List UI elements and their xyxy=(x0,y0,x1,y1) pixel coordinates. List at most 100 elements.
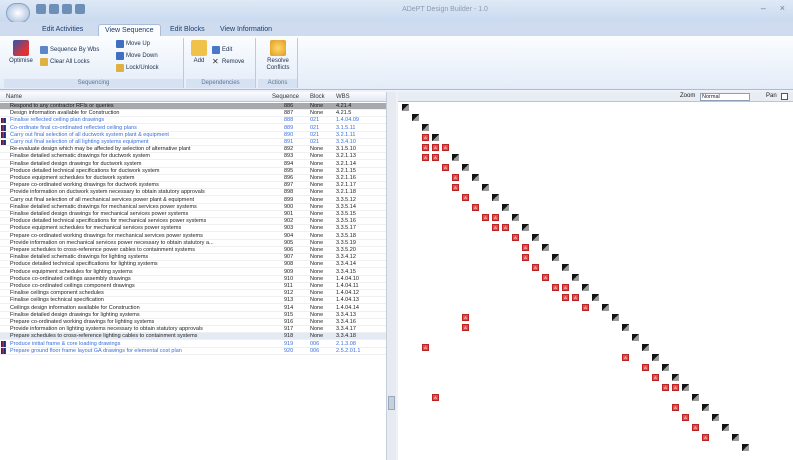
table-row[interactable]: Prepare ground floor frame layout GA dra… xyxy=(0,348,386,355)
add-dependency-button[interactable]: Add xyxy=(188,40,210,65)
table-row[interactable]: Provide information on lighting systems … xyxy=(0,326,386,334)
table-row[interactable]: Produce co-ordinated ceilings assembly d… xyxy=(0,276,386,283)
remove-dependency-button[interactable]: ✕ Remove xyxy=(212,58,244,66)
dependency-cell[interactable] xyxy=(552,284,559,291)
dependency-cell[interactable] xyxy=(582,304,589,311)
dependency-cell[interactable] xyxy=(422,344,429,351)
table-row[interactable]: Produce detailed technical specification… xyxy=(0,168,386,175)
table-row[interactable]: Finalise detailed design drawings for li… xyxy=(0,312,386,319)
dependency-cell[interactable] xyxy=(492,224,499,231)
dependency-cell[interactable] xyxy=(642,364,649,371)
dependency-cell[interactable] xyxy=(522,254,529,261)
table-row[interactable]: Re-evaluate design which may be affected… xyxy=(0,146,386,154)
table-row[interactable]: Finalise detailed schematic drawings for… xyxy=(0,153,386,161)
dependency-cell[interactable] xyxy=(512,234,519,241)
save-icon[interactable] xyxy=(36,4,46,14)
dependency-cell[interactable] xyxy=(432,154,439,161)
table-row[interactable]: Finalise detailed schematic drawings for… xyxy=(0,204,386,211)
tab-edit-activities[interactable]: Edit Activities xyxy=(36,24,89,36)
dependency-cell[interactable] xyxy=(622,354,629,361)
dependency-cell[interactable] xyxy=(452,184,459,191)
table-row[interactable]: Finalise detailed design drawings for me… xyxy=(0,211,386,219)
table-row[interactable]: Produce equipment schedules for lighting… xyxy=(0,269,386,276)
minimize-icon[interactable]: – xyxy=(761,3,766,13)
tab-edit-blocks[interactable]: Edit Blocks xyxy=(164,24,211,36)
dependency-cell[interactable] xyxy=(672,404,679,411)
dependency-cell[interactable] xyxy=(572,294,579,301)
clear-all-locks-button[interactable]: Clear All Locks xyxy=(40,58,90,66)
dependency-cell[interactable] xyxy=(562,284,569,291)
dependency-matrix[interactable] xyxy=(398,102,793,460)
column-header-block[interactable]: Block xyxy=(310,94,325,100)
table-row[interactable]: Co-ordinate final co-ordinated reflected… xyxy=(0,125,386,132)
app-menu-button[interactable] xyxy=(6,3,30,23)
optimise-button[interactable]: Optimise xyxy=(6,40,36,65)
table-row[interactable]: Ceilings design information available fo… xyxy=(0,305,386,312)
tab-view-sequence[interactable]: View Sequence xyxy=(98,24,161,36)
dependency-cell[interactable] xyxy=(652,374,659,381)
column-header-wbs[interactable]: WBS xyxy=(336,94,350,100)
dependency-cell[interactable] xyxy=(532,264,539,271)
table-row[interactable]: Prepare co-ordinated working drawings fo… xyxy=(0,319,386,327)
table-row[interactable]: Produce initial frame & core loading dra… xyxy=(0,341,386,348)
zoom-select[interactable]: Normal xyxy=(700,93,750,101)
table-row[interactable]: Prepare co-ordinated working drawings fo… xyxy=(0,182,386,190)
dependency-cell[interactable] xyxy=(542,274,549,281)
pan-checkbox[interactable] xyxy=(781,93,788,100)
dependency-cell[interactable] xyxy=(482,214,489,221)
settings-icon[interactable] xyxy=(75,4,85,14)
dependency-cell[interactable] xyxy=(442,144,449,151)
edit-dependency-button[interactable]: Edit xyxy=(212,46,232,54)
table-row[interactable]: Finalise detailed design drawings for du… xyxy=(0,161,386,168)
table-row[interactable]: Carry out final selection of all mechani… xyxy=(0,197,386,204)
dependency-cell[interactable] xyxy=(432,394,439,401)
dependency-cell[interactable] xyxy=(702,434,709,441)
table-row[interactable]: Provide information on mechanical servic… xyxy=(0,240,386,247)
column-header-sequence[interactable]: Sequence xyxy=(272,94,299,100)
table-row[interactable]: Produce equipment schedules for mechanic… xyxy=(0,225,386,233)
table-row[interactable]: Produce detailed technical specification… xyxy=(0,218,386,226)
table-row[interactable]: Prepare co-ordinated working drawings fo… xyxy=(0,233,386,240)
table-row[interactable]: Prepare schedules to cross-reference lig… xyxy=(0,333,386,341)
dependency-cell[interactable] xyxy=(442,164,449,171)
table-row[interactable]: Prepare schedules to cross-reference pow… xyxy=(0,247,386,255)
dependency-cell[interactable] xyxy=(422,134,429,141)
grid-scrollbar[interactable] xyxy=(386,92,396,460)
dependency-cell[interactable] xyxy=(472,204,479,211)
close-icon[interactable]: × xyxy=(780,3,785,13)
table-row[interactable]: Produce co-ordinated ceilings component … xyxy=(0,283,386,291)
table-row[interactable]: Produce equipment schedules for ductwork… xyxy=(0,175,386,183)
dependency-cell[interactable] xyxy=(662,384,669,391)
resolve-conflicts-button[interactable]: Resolve Conflicts xyxy=(260,40,296,72)
lock-unlock-button[interactable]: Lock/Unlock xyxy=(116,64,159,72)
table-row[interactable]: Provide information on ductwork system n… xyxy=(0,189,386,197)
table-row[interactable]: Design information available for Constru… xyxy=(0,110,386,118)
dependency-cell[interactable] xyxy=(522,244,529,251)
table-row[interactable]: Carry out final selection of all lightin… xyxy=(0,139,386,147)
dependency-cell[interactable] xyxy=(452,174,459,181)
table-row[interactable]: Produce detailed technical specification… xyxy=(0,261,386,269)
move-down-button[interactable]: Move Down xyxy=(116,52,158,60)
dependency-cell[interactable] xyxy=(462,314,469,321)
dependency-cell[interactable] xyxy=(492,214,499,221)
table-row[interactable]: Finalise ceilings component schedules 912… xyxy=(0,290,386,298)
dependency-cell[interactable] xyxy=(682,414,689,421)
dependency-cell[interactable] xyxy=(562,294,569,301)
dependency-cell[interactable] xyxy=(672,384,679,391)
table-row[interactable]: Carry out final selection of all ductwor… xyxy=(0,132,386,139)
scroll-thumb[interactable] xyxy=(388,396,395,410)
dependency-cell[interactable] xyxy=(692,424,699,431)
table-row[interactable]: Finalise detailed schematic drawings for… xyxy=(0,254,386,262)
dependency-cell[interactable] xyxy=(462,324,469,331)
table-row[interactable]: Finalise ceilings technical specificatio… xyxy=(0,297,386,305)
table-row[interactable]: Respond to any contractor RFIs or querie… xyxy=(0,103,386,111)
move-up-button[interactable]: Move Up xyxy=(116,40,150,48)
dependency-cell[interactable] xyxy=(422,154,429,161)
sequence-by-wbs-button[interactable]: Sequence By Wbs xyxy=(40,46,99,54)
dependency-cell[interactable] xyxy=(432,144,439,151)
dependency-cell[interactable] xyxy=(462,194,469,201)
table-row[interactable]: Finalise reflected ceiling plan drawings… xyxy=(0,117,386,125)
tab-view-information[interactable]: View Information xyxy=(214,24,278,36)
dependency-cell[interactable] xyxy=(502,224,509,231)
undo-icon[interactable] xyxy=(49,4,59,14)
